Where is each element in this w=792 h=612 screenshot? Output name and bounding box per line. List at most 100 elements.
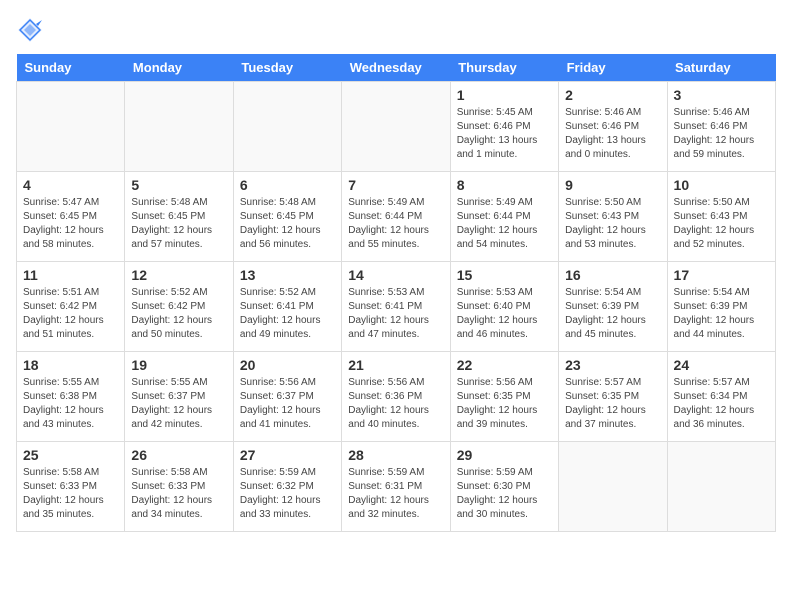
day-number: 25 <box>23 447 118 463</box>
header-monday: Monday <box>125 54 233 82</box>
day-info: Sunrise: 5:48 AM Sunset: 6:45 PM Dayligh… <box>240 196 335 252</box>
day-info: Sunrise: 5:46 AM Sunset: 6:46 PM Dayligh… <box>565 106 660 162</box>
day-info: Sunrise: 5:46 AM Sunset: 6:46 PM Dayligh… <box>674 106 769 162</box>
day-number: 5 <box>131 177 226 193</box>
header-sunday: Sunday <box>17 54 125 82</box>
logo-icon <box>16 16 44 44</box>
day-info: Sunrise: 5:58 AM Sunset: 6:33 PM Dayligh… <box>23 466 118 522</box>
day-info: Sunrise: 5:49 AM Sunset: 6:44 PM Dayligh… <box>348 196 443 252</box>
calendar-cell: 16Sunrise: 5:54 AM Sunset: 6:39 PM Dayli… <box>559 262 667 352</box>
day-number: 2 <box>565 87 660 103</box>
calendar-cell: 4Sunrise: 5:47 AM Sunset: 6:45 PM Daylig… <box>17 172 125 262</box>
calendar-cell: 20 Sunrise: 5:56 AM Sunset: 6:37 PM Dayli… <box>233 352 341 442</box>
day-number: 18 <box>23 357 118 373</box>
calendar-header-row: SundayMondayTuesdayWednesdayThursdayFrid… <box>17 54 776 82</box>
calendar-cell: 12 Sunrise: 5:52 AM Sunset: 6:42 PM Dayli… <box>125 262 233 352</box>
calendar-cell: 25 Sunrise: 5:58 AM Sunset: 6:33 PM Dayli… <box>17 442 125 532</box>
header-wednesday: Wednesday <box>342 54 450 82</box>
day-info: Sunrise: 5:53 AM Sunset: 6:41 PM Dayligh… <box>348 286 443 342</box>
calendar-cell <box>342 82 450 172</box>
day-number: 3 <box>674 87 769 103</box>
day-number: 10 <box>674 177 769 193</box>
day-number: 19 <box>131 357 226 373</box>
calendar-cell: 18 Sunrise: 5:55 AM Sunset: 6:38 PM Dayli… <box>17 352 125 442</box>
page-header <box>16 16 776 44</box>
calendar-cell: 1 Sunrise: 5:45 AM Sunset: 6:46 PM Daylig… <box>450 82 558 172</box>
day-number: 11 <box>23 267 118 283</box>
day-info: Sunrise: 5:51 AM Sunset: 6:42 PM Dayligh… <box>23 286 118 342</box>
day-number: 16 <box>565 267 660 283</box>
day-number: 27 <box>240 447 335 463</box>
day-number: 26 <box>131 447 226 463</box>
calendar-week-1: 1 Sunrise: 5:45 AM Sunset: 6:46 PM Daylig… <box>17 82 776 172</box>
day-info: Sunrise: 5:52 AM Sunset: 6:41 PM Dayligh… <box>240 286 335 342</box>
day-number: 8 <box>457 177 552 193</box>
calendar-table: SundayMondayTuesdayWednesdayThursdayFrid… <box>16 54 776 532</box>
calendar-cell: 28 Sunrise: 5:59 AM Sunset: 6:31 PM Dayli… <box>342 442 450 532</box>
day-number: 23 <box>565 357 660 373</box>
calendar-cell: 13 Sunrise: 5:52 AM Sunset: 6:41 PM Dayli… <box>233 262 341 352</box>
calendar-cell: 14 Sunrise: 5:53 AM Sunset: 6:41 PM Dayli… <box>342 262 450 352</box>
calendar-cell <box>17 82 125 172</box>
calendar-cell: 23 Sunrise: 5:57 AM Sunset: 6:35 PM Dayli… <box>559 352 667 442</box>
calendar-cell: 6 Sunrise: 5:48 AM Sunset: 6:45 PM Daylig… <box>233 172 341 262</box>
day-info: Sunrise: 5:56 AM Sunset: 6:35 PM Dayligh… <box>457 376 552 432</box>
header-thursday: Thursday <box>450 54 558 82</box>
calendar-cell <box>125 82 233 172</box>
calendar-cell: 15 Sunrise: 5:53 AM Sunset: 6:40 PM Dayli… <box>450 262 558 352</box>
day-number: 4 <box>23 177 118 193</box>
day-number: 17 <box>674 267 769 283</box>
calendar-week-2: 4Sunrise: 5:47 AM Sunset: 6:45 PM Daylig… <box>17 172 776 262</box>
day-number: 1 <box>457 87 552 103</box>
header-saturday: Saturday <box>667 54 775 82</box>
calendar-cell: 26 Sunrise: 5:58 AM Sunset: 6:33 PM Dayli… <box>125 442 233 532</box>
day-info: Sunrise: 5:55 AM Sunset: 6:38 PM Dayligh… <box>23 376 118 432</box>
day-number: 22 <box>457 357 552 373</box>
day-info: Sunrise: 5:55 AM Sunset: 6:37 PM Dayligh… <box>131 376 226 432</box>
calendar-week-3: 11 Sunrise: 5:51 AM Sunset: 6:42 PM Dayli… <box>17 262 776 352</box>
day-number: 21 <box>348 357 443 373</box>
calendar-cell <box>233 82 341 172</box>
calendar-week-4: 18 Sunrise: 5:55 AM Sunset: 6:38 PM Dayli… <box>17 352 776 442</box>
calendar-cell: 3 Sunrise: 5:46 AM Sunset: 6:46 PM Daylig… <box>667 82 775 172</box>
header-tuesday: Tuesday <box>233 54 341 82</box>
day-info: Sunrise: 5:56 AM Sunset: 6:37 PM Dayligh… <box>240 376 335 432</box>
day-number: 12 <box>131 267 226 283</box>
day-info: Sunrise: 5:54 AM Sunset: 6:39 PM Dayligh… <box>674 286 769 342</box>
day-number: 13 <box>240 267 335 283</box>
day-number: 15 <box>457 267 552 283</box>
calendar-cell: 29 Sunrise: 5:59 AM Sunset: 6:30 PM Dayli… <box>450 442 558 532</box>
day-info: Sunrise: 5:57 AM Sunset: 6:34 PM Dayligh… <box>674 376 769 432</box>
calendar-cell: 8 Sunrise: 5:49 AM Sunset: 6:44 PM Daylig… <box>450 172 558 262</box>
day-number: 28 <box>348 447 443 463</box>
logo <box>16 16 48 44</box>
calendar-cell: 27 Sunrise: 5:59 AM Sunset: 6:32 PM Dayli… <box>233 442 341 532</box>
day-info: Sunrise: 5:45 AM Sunset: 6:46 PM Dayligh… <box>457 106 552 162</box>
calendar-cell: 9Sunrise: 5:50 AM Sunset: 6:43 PM Daylig… <box>559 172 667 262</box>
calendar-week-5: 25 Sunrise: 5:58 AM Sunset: 6:33 PM Dayli… <box>17 442 776 532</box>
day-info: Sunrise: 5:53 AM Sunset: 6:40 PM Dayligh… <box>457 286 552 342</box>
day-info: Sunrise: 5:59 AM Sunset: 6:31 PM Dayligh… <box>348 466 443 522</box>
day-info: Sunrise: 5:50 AM Sunset: 6:43 PM Dayligh… <box>565 196 660 252</box>
day-number: 24 <box>674 357 769 373</box>
calendar-cell: 21Sunrise: 5:56 AM Sunset: 6:36 PM Dayli… <box>342 352 450 442</box>
day-info: Sunrise: 5:58 AM Sunset: 6:33 PM Dayligh… <box>131 466 226 522</box>
day-number: 14 <box>348 267 443 283</box>
calendar-cell <box>559 442 667 532</box>
day-info: Sunrise: 5:52 AM Sunset: 6:42 PM Dayligh… <box>131 286 226 342</box>
day-number: 29 <box>457 447 552 463</box>
calendar-cell: 11 Sunrise: 5:51 AM Sunset: 6:42 PM Dayli… <box>17 262 125 352</box>
calendar-cell: 24 Sunrise: 5:57 AM Sunset: 6:34 PM Dayli… <box>667 352 775 442</box>
day-info: Sunrise: 5:59 AM Sunset: 6:32 PM Dayligh… <box>240 466 335 522</box>
day-number: 20 <box>240 357 335 373</box>
day-info: Sunrise: 5:59 AM Sunset: 6:30 PM Dayligh… <box>457 466 552 522</box>
header-friday: Friday <box>559 54 667 82</box>
calendar-cell: 2 Sunrise: 5:46 AM Sunset: 6:46 PM Daylig… <box>559 82 667 172</box>
calendar-cell: 5Sunrise: 5:48 AM Sunset: 6:45 PM Daylig… <box>125 172 233 262</box>
day-number: 6 <box>240 177 335 193</box>
day-info: Sunrise: 5:57 AM Sunset: 6:35 PM Dayligh… <box>565 376 660 432</box>
calendar-cell: 22 Sunrise: 5:56 AM Sunset: 6:35 PM Dayli… <box>450 352 558 442</box>
calendar-cell: 10Sunrise: 5:50 AM Sunset: 6:43 PM Dayli… <box>667 172 775 262</box>
calendar-cell: 17 Sunrise: 5:54 AM Sunset: 6:39 PM Dayli… <box>667 262 775 352</box>
day-info: Sunrise: 5:49 AM Sunset: 6:44 PM Dayligh… <box>457 196 552 252</box>
